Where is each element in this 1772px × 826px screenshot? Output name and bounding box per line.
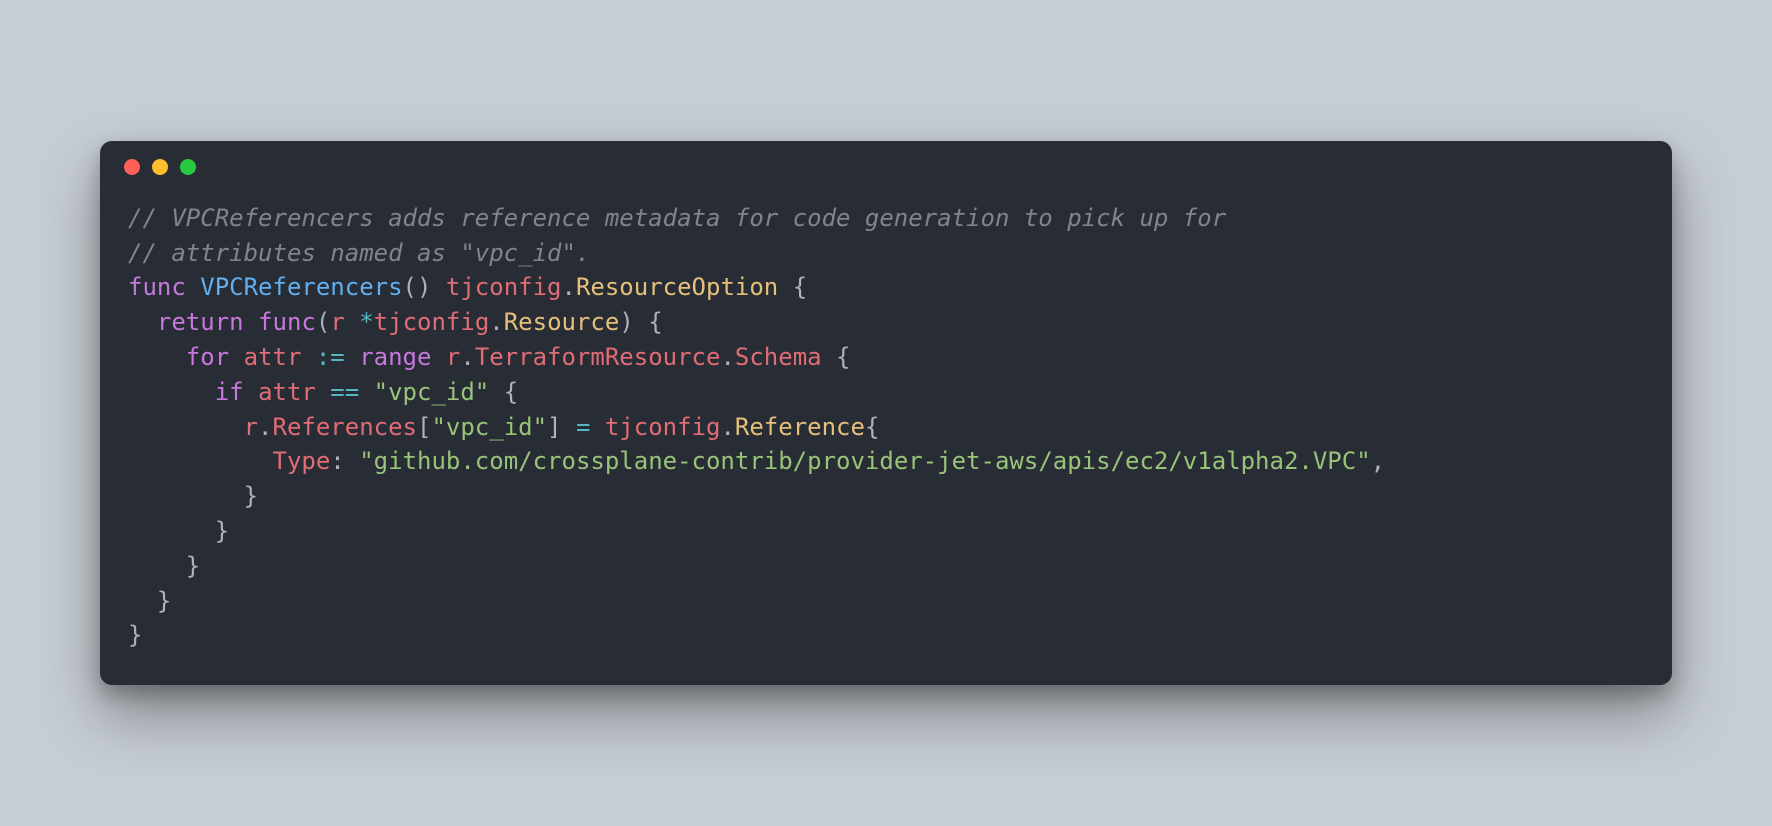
tok-keyword: func (258, 308, 316, 336)
stage: // VPCReferencers adds reference metadat… (0, 0, 1772, 826)
tok-op: := (301, 343, 359, 371)
tok-punct: : (330, 447, 359, 475)
tok-param: r (330, 308, 344, 336)
tok-op: * (359, 308, 373, 336)
tok-punct: . (720, 413, 734, 441)
tok-pkg: tjconfig (374, 308, 490, 336)
tok-punct: () (403, 273, 432, 301)
tok-var: attr (258, 378, 316, 406)
code-comment: // VPCReferencers adds reference metadat… (128, 204, 1226, 232)
window-minimize-icon[interactable] (152, 159, 168, 175)
tok-var: r (244, 413, 258, 441)
tok-punct: . (489, 308, 503, 336)
tok-punct: . (562, 273, 576, 301)
tok-punct: [ (417, 413, 431, 441)
tok-punct: . (460, 343, 474, 371)
tok-keyword: return (157, 308, 244, 336)
tok-field: References (273, 413, 418, 441)
tok-string: "vpc_id" (374, 378, 490, 406)
tok-punct: . (258, 413, 272, 441)
tok-punct: . (720, 343, 734, 371)
tok-op: = (562, 413, 605, 441)
tok-string: "github.com/crossplane-contrib/provider-… (359, 447, 1370, 475)
tok-punct: { (778, 273, 807, 301)
tok-punct: } (186, 552, 200, 580)
tok-string: "vpc_id" (431, 413, 547, 441)
tok-punct: { (822, 343, 851, 371)
tok-punct: ( (316, 308, 330, 336)
tok-func-name: VPCReferencers (200, 273, 402, 301)
tok-keyword: func (128, 273, 186, 301)
tok-field-key: Type (273, 447, 331, 475)
tok-keyword: range (359, 343, 431, 371)
tok-punct: } (157, 587, 171, 615)
tok-punct: ) { (619, 308, 662, 336)
tok-punct: } (244, 482, 258, 510)
tok-keyword: if (215, 378, 244, 406)
tok-pkg: tjconfig (446, 273, 562, 301)
tok-punct: } (215, 517, 229, 545)
tok-type: Resource (504, 308, 620, 336)
window-titlebar (100, 141, 1672, 193)
tok-punct: { (489, 378, 518, 406)
tok-pkg: tjconfig (605, 413, 721, 441)
tok-punct: ] (547, 413, 561, 441)
tok-field: Schema (735, 343, 822, 371)
tok-punct: { (865, 413, 879, 441)
tok-var: r (446, 343, 460, 371)
tok-keyword: for (186, 343, 229, 371)
tok-type: ResourceOption (576, 273, 778, 301)
window-zoom-icon[interactable] (180, 159, 196, 175)
window-close-icon[interactable] (124, 159, 140, 175)
tok-punct: } (128, 621, 142, 649)
code-comment: // attributes named as "vpc_id". (128, 239, 590, 267)
tok-field: TerraformResource (475, 343, 721, 371)
tok-punct: , (1371, 447, 1385, 475)
tok-type: Reference (735, 413, 865, 441)
tok-op: == (316, 378, 374, 406)
code-block: // VPCReferencers adds reference metadat… (100, 193, 1672, 685)
code-window: // VPCReferencers adds reference metadat… (100, 141, 1672, 685)
tok-var: attr (244, 343, 302, 371)
